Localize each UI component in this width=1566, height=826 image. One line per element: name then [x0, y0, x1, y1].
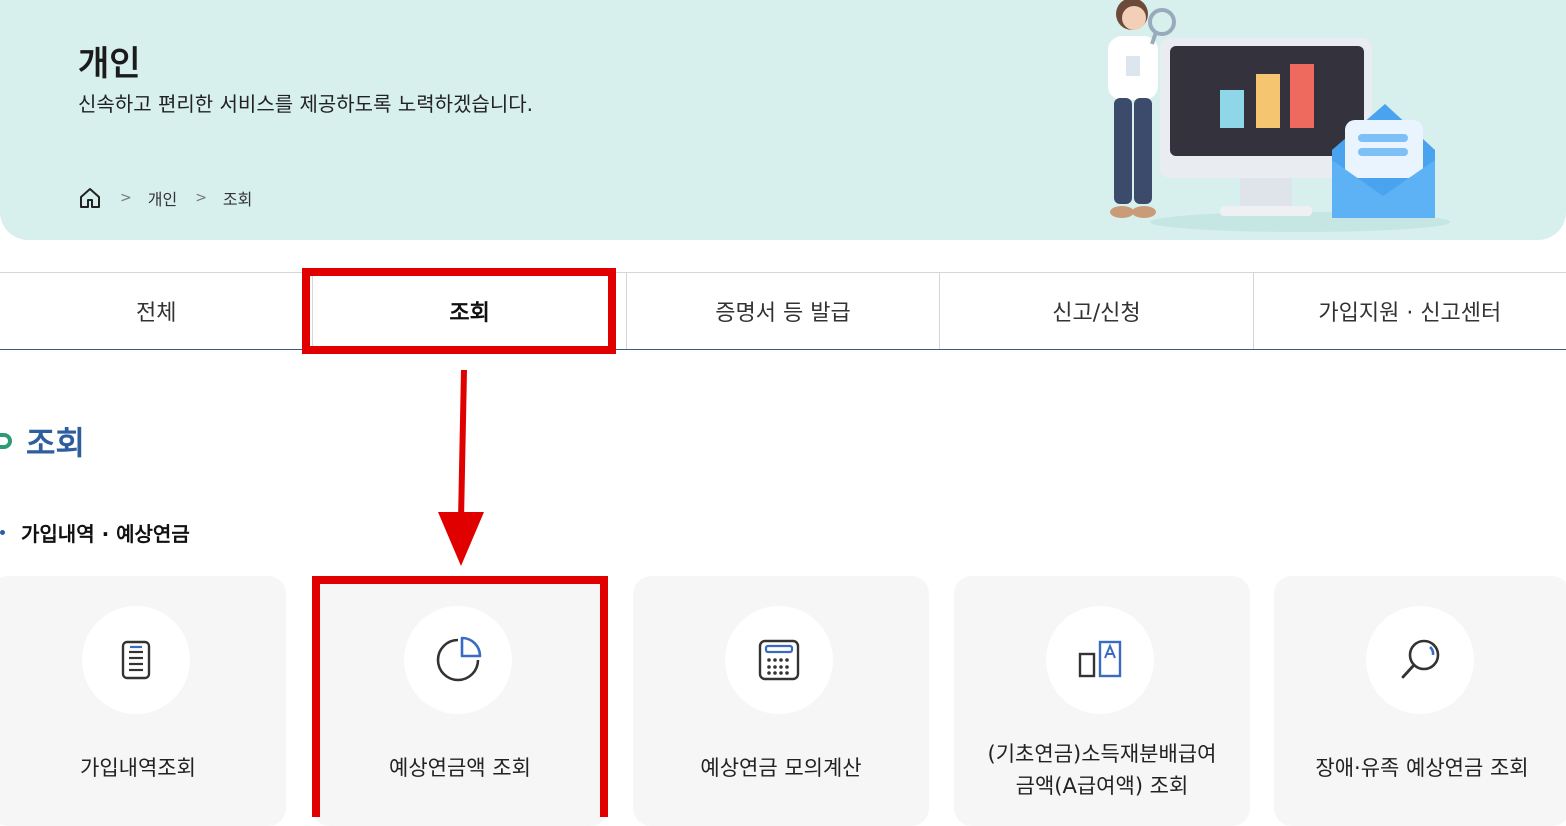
arrow-down-icon — [438, 370, 484, 566]
document-icon — [121, 640, 151, 680]
breadcrumb-item-personal[interactable]: 개인 — [148, 186, 177, 210]
breadcrumb: > 개인 > 조회 — [78, 186, 252, 210]
card-label: (기초연금)소득재분배급여 금액(A급여액) 조회 — [954, 738, 1250, 802]
subsection-title-text: 가입내역 · 예상연금 — [21, 522, 190, 546]
section-marker-icon — [0, 433, 12, 449]
subsection-title: 가입내역 · 예상연금 — [0, 518, 190, 547]
category-tabs: 전체 조회 증명서 등 발급 신고/신청 가입지원 · 신고센터 — [0, 272, 1566, 350]
icon-circle — [82, 606, 190, 714]
tab-report-application[interactable]: 신고/신청 — [940, 273, 1254, 349]
search-icon — [1401, 639, 1440, 679]
card-label: 가입내역조회 — [80, 756, 196, 780]
calculator-icon — [758, 639, 800, 681]
highlight-box-tab — [302, 268, 616, 354]
a-value-icon — [1078, 640, 1122, 678]
tab-support-center[interactable]: 가입지원 · 신고센터 — [1254, 273, 1566, 349]
card-label-line2: 금액(A급여액) 조회 — [1015, 774, 1189, 798]
page-title: 개인 — [78, 44, 141, 84]
card-label-line1: (기초연금)소득재분배급여 — [987, 742, 1217, 766]
home-icon[interactable] — [78, 186, 102, 210]
section-title: 조회 — [0, 418, 85, 464]
card-label: 장애·유족 예상연금 조회 — [1315, 756, 1529, 780]
icon-circle — [1046, 606, 1154, 714]
tab-all[interactable]: 전체 — [0, 273, 314, 349]
card-redistribution-benefit[interactable]: (기초연금)소득재분배급여 금액(A급여액) 조회 — [954, 576, 1250, 826]
bullet-icon — [0, 530, 5, 535]
highlight-box-card — [312, 576, 608, 817]
card-pension-simulation[interactable]: 예상연금 모의계산 — [633, 576, 929, 826]
breadcrumb-item-inquiry[interactable]: 조회 — [223, 186, 252, 210]
page-subtitle: 신속하고 편리한 서비스를 제공하도록 노력하겠습니다. — [78, 92, 533, 116]
breadcrumb-separator: > — [195, 190, 207, 206]
card-enrollment-history[interactable]: 가입내역조회 — [0, 576, 286, 826]
icon-circle — [1366, 606, 1474, 714]
section-title-text: 조회 — [26, 424, 85, 462]
tab-certificate-issuance[interactable]: 증명서 등 발급 — [627, 273, 941, 349]
card-disability-survivor-pension[interactable]: 장애·유족 예상연금 조회 — [1274, 576, 1566, 826]
breadcrumb-separator: > — [120, 190, 132, 206]
hero-banner: 개인 신속하고 편리한 서비스를 제공하도록 노력하겠습니다. > 개인 > 조… — [0, 0, 1566, 240]
card-label: 예상연금 모의계산 — [700, 756, 862, 780]
icon-circle — [725, 606, 833, 714]
hero-illustration — [1108, 0, 1450, 232]
